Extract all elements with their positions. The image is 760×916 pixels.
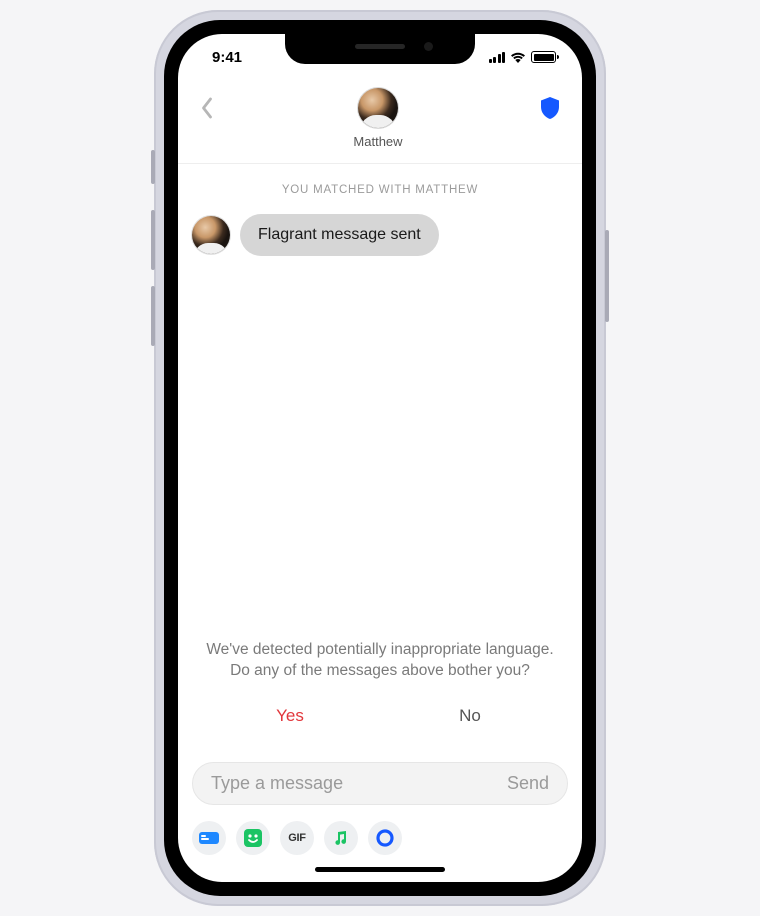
gif-label: GIF: [288, 832, 305, 844]
sticker-icon[interactable]: [236, 821, 270, 855]
music-icon[interactable]: [324, 821, 358, 855]
gif-button[interactable]: GIF: [280, 821, 314, 855]
no-button[interactable]: No: [380, 706, 560, 726]
composer: Send: [178, 744, 582, 811]
prompt-line: Do any of the messages above bother you?: [200, 660, 560, 682]
wifi-icon: [510, 51, 526, 63]
match-banner: YOU MATCHED WITH MATTHEW: [178, 164, 582, 214]
prompt-line: We've detected potentially inappropriate…: [200, 639, 560, 661]
avatar[interactable]: [358, 88, 398, 128]
message-row: Flagrant message sent: [192, 214, 568, 256]
battery-icon: [531, 51, 556, 63]
circle-icon[interactable]: [368, 821, 402, 855]
chat-header: Matthew: [178, 80, 582, 164]
message-input[interactable]: [211, 773, 507, 794]
message-list: Flagrant message sent: [178, 214, 582, 639]
shield-icon[interactable]: [536, 94, 564, 122]
avatar[interactable]: [192, 216, 230, 254]
send-button[interactable]: Send: [507, 773, 549, 794]
home-indicator[interactable]: [315, 867, 445, 872]
yes-button[interactable]: Yes: [200, 706, 380, 726]
card-icon[interactable]: [192, 821, 226, 855]
back-button[interactable]: [192, 94, 220, 122]
message-bubble: Flagrant message sent: [240, 214, 439, 256]
cellular-signal-icon: [489, 52, 506, 63]
attachment-toolbar: GIF: [178, 811, 582, 861]
contact-name: Matthew: [353, 134, 402, 149]
status-time: 9:41: [212, 49, 242, 66]
moderation-prompt: We've detected potentially inappropriate…: [178, 639, 582, 744]
